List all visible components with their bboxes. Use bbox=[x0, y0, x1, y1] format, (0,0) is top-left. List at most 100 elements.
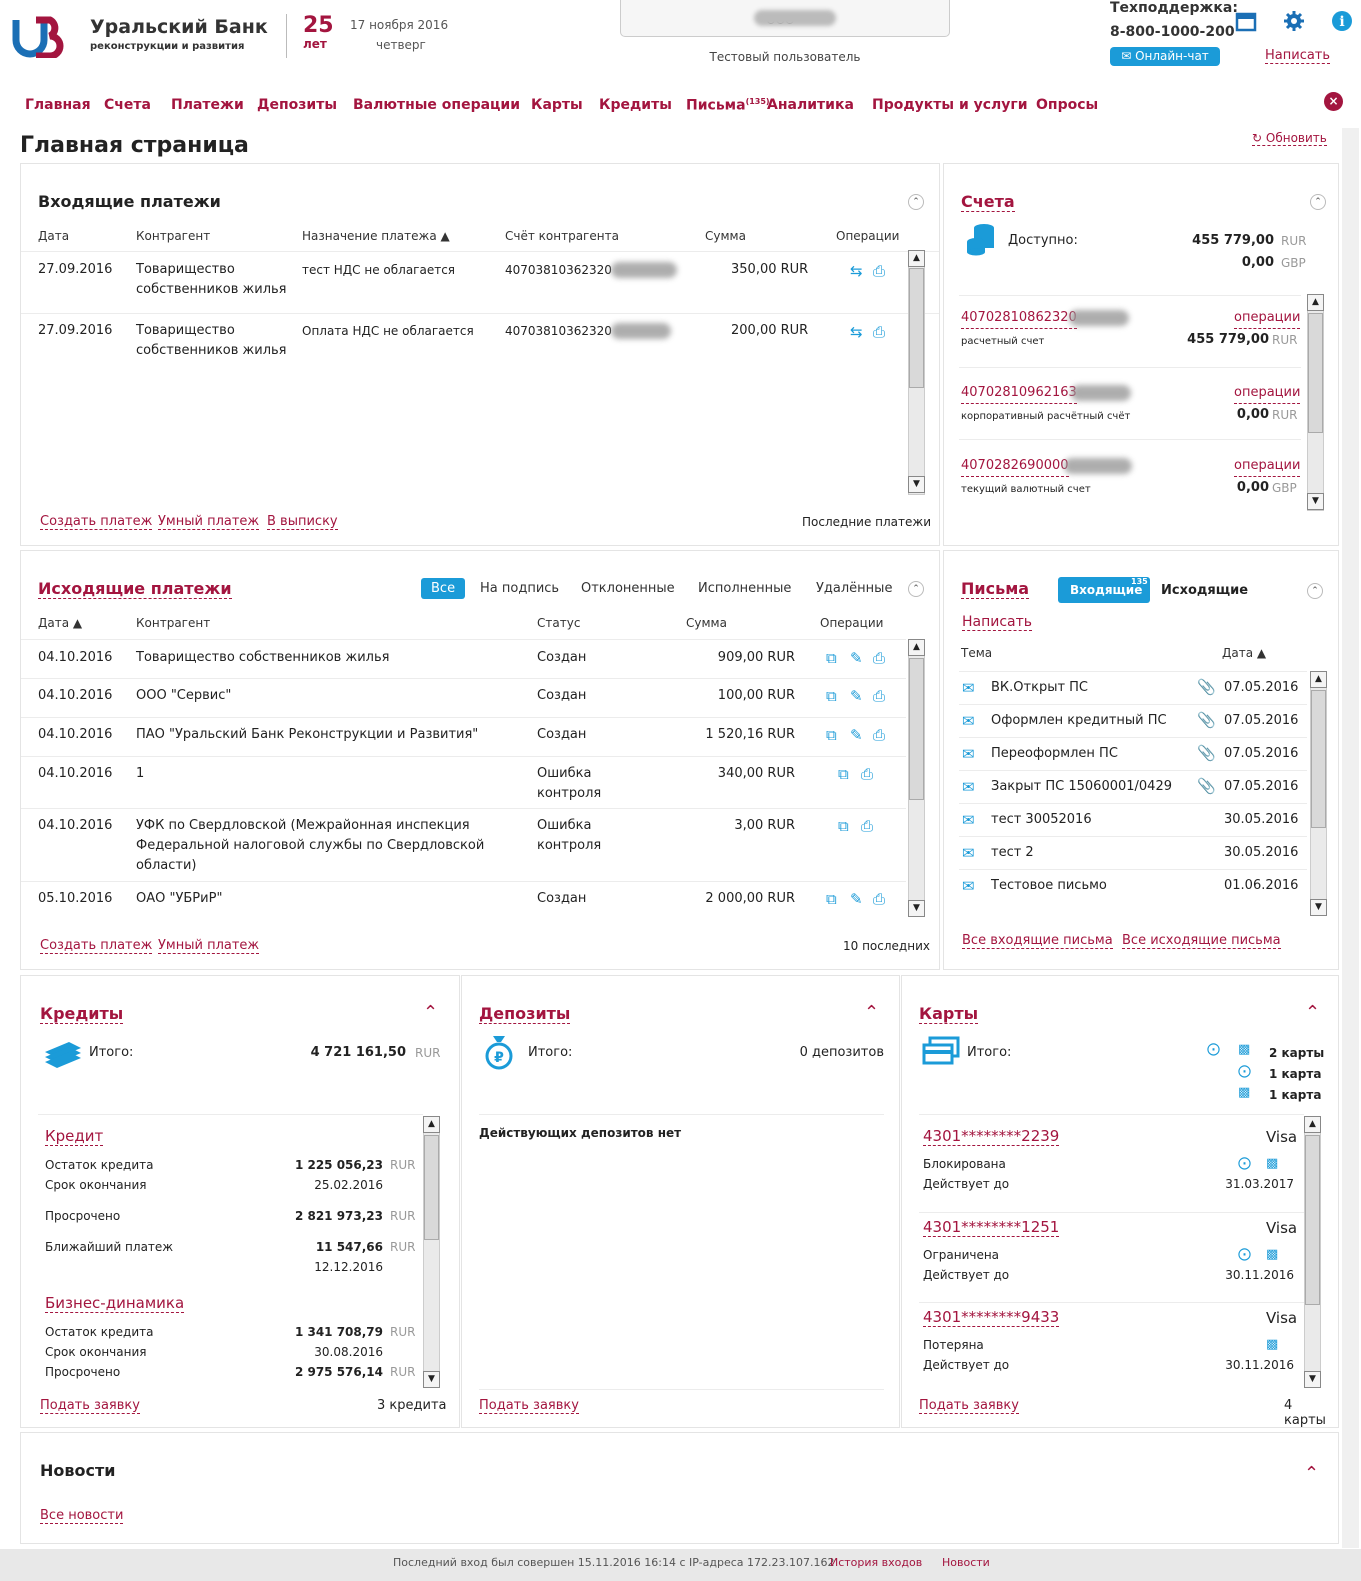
print-icon[interactable]: ⎙ bbox=[873, 323, 885, 341]
nav-cards[interactable]: Карты bbox=[531, 97, 583, 113]
nav-accounts[interactable]: Счета bbox=[104, 97, 151, 113]
table-row[interactable]: 04.10.2016 УФК по Свердловской (Межрайон… bbox=[21, 808, 906, 881]
page-scrollbar[interactable] bbox=[1342, 128, 1359, 1548]
edit-icon[interactable]: ✎ bbox=[850, 687, 863, 705]
col-contragent[interactable]: Контрагент bbox=[136, 229, 210, 243]
calendar-icon[interactable] bbox=[1235, 10, 1257, 32]
account-operations-link[interactable]: операции bbox=[1234, 308, 1301, 329]
table-row[interactable]: 04.10.2016 1 Ошибка контроля 340,00 RUR … bbox=[21, 756, 906, 808]
nav-payments[interactable]: Платежи bbox=[171, 97, 244, 113]
scroll-down-icon[interactable]: ▼ bbox=[1307, 493, 1324, 510]
transfer-icon[interactable]: ⇆ bbox=[850, 262, 863, 280]
col-date[interactable]: Дата ▲ bbox=[1222, 646, 1266, 660]
tab-rejected[interactable]: Отклоненные bbox=[581, 581, 675, 596]
tab-to-sign[interactable]: На подпись bbox=[480, 581, 559, 596]
col-date[interactable]: Дата bbox=[38, 229, 69, 243]
gear-icon[interactable] bbox=[1283, 10, 1305, 32]
account-operations-link[interactable]: операции bbox=[1234, 456, 1301, 477]
close-icon[interactable]: × bbox=[1324, 92, 1343, 111]
print-icon[interactable]: ⎙ bbox=[861, 817, 873, 835]
collapse-icon[interactable]: ⌃ bbox=[1304, 1463, 1319, 1484]
tab-outgoing[interactable]: Исходящие bbox=[1161, 583, 1248, 598]
scroll-down-icon[interactable]: ▼ bbox=[423, 1371, 440, 1388]
nav-currency[interactable]: Валютные операции bbox=[353, 97, 520, 113]
nav-products[interactable]: Продукты и услуги bbox=[872, 97, 1028, 113]
write-letter-link[interactable]: Написать bbox=[962, 614, 1033, 631]
print-icon[interactable]: ⎙ bbox=[873, 262, 885, 280]
transfer-icon[interactable]: ⇆ bbox=[850, 323, 863, 341]
col-contragent[interactable]: Контрагент bbox=[136, 616, 210, 630]
account-number[interactable]: 40702810862320 bbox=[961, 308, 1077, 329]
collapse-icon[interactable]: ⌃ bbox=[1305, 1002, 1320, 1023]
scroll-up-icon[interactable]: ▲ bbox=[908, 639, 925, 656]
print-icon[interactable]: ⎙ bbox=[873, 890, 885, 908]
scroll-thumb[interactable] bbox=[1311, 690, 1326, 828]
edit-icon[interactable]: ✎ bbox=[850, 890, 863, 908]
tab-executed[interactable]: Исполненные bbox=[698, 581, 791, 596]
account-operations-link[interactable]: операции bbox=[1234, 383, 1301, 404]
list-item[interactable]: ✉ Оформлен кредитный ПС 📎 07.05.2016 bbox=[959, 704, 1307, 737]
col-purpose[interactable]: Назначение платежа ▲ bbox=[302, 229, 450, 243]
paperclip-icon[interactable]: 📎 bbox=[1197, 711, 1216, 729]
table-row[interactable]: 04.10.2016 ООО "Сервис" Создан 100,00 RU… bbox=[21, 678, 906, 717]
col-account[interactable]: Счёт контрагента bbox=[505, 229, 619, 243]
print-icon[interactable]: ⎙ bbox=[873, 687, 885, 705]
card-item[interactable]: 4301********9433 Visa Потеряна ▩ Действует д… bbox=[919, 1302, 1304, 1387]
table-row[interactable]: 05.10.2016 ОАО "УБРиР" Создан 2 000,00 R… bbox=[21, 881, 906, 919]
accounts-title[interactable]: Счета bbox=[961, 192, 1015, 212]
credits-title[interactable]: Кредиты bbox=[40, 1004, 124, 1024]
card-number[interactable]: 4301********2239 bbox=[923, 1127, 1060, 1146]
scroll-up-icon[interactable]: ▲ bbox=[908, 250, 925, 267]
account-item[interactable]: 4070282690000 операции текущий валютный … bbox=[959, 439, 1301, 511]
list-item[interactable]: ✉ ВК.Открыт ПС 📎 07.05.2016 bbox=[959, 671, 1307, 704]
print-icon[interactable]: ⎙ bbox=[873, 649, 885, 667]
write-support-link[interactable]: Написать bbox=[1265, 48, 1331, 64]
online-chat-button[interactable]: ✉ Онлайн-чат bbox=[1110, 47, 1220, 66]
col-date[interactable]: Дата ▲ bbox=[38, 616, 82, 630]
copy-icon[interactable]: ⧉ bbox=[838, 817, 849, 835]
scroll-down-icon[interactable]: ▼ bbox=[908, 900, 925, 917]
paperclip-icon[interactable]: 📎 bbox=[1197, 777, 1216, 795]
list-item[interactable]: ✉ тест 2 30.05.2016 bbox=[959, 836, 1307, 869]
all-incoming-letters-link[interactable]: Все входящие письма bbox=[962, 933, 1113, 949]
paperclip-icon[interactable]: 📎 bbox=[1197, 744, 1216, 762]
card-item[interactable]: 4301********2239 Visa Блокирована ⨀ ▩ Действу… bbox=[919, 1122, 1304, 1210]
account-item[interactable]: 40702810962163 операции корпоративный ра… bbox=[959, 367, 1301, 439]
account-number[interactable]: 40702810962163 bbox=[961, 383, 1077, 404]
col-subject[interactable]: Тема bbox=[961, 646, 992, 660]
scroll-thumb[interactable] bbox=[909, 658, 924, 800]
account-number[interactable]: 4070282690000 bbox=[961, 456, 1069, 477]
table-row[interactable]: 27.09.2016 Товарищество собственников жи… bbox=[21, 313, 939, 375]
footer-news-link[interactable]: Новости bbox=[942, 1556, 990, 1569]
table-row[interactable]: 04.10.2016 Товарищество собственников жи… bbox=[21, 639, 906, 678]
tab-all[interactable]: Все bbox=[421, 578, 466, 599]
collapse-icon[interactable]: ⌃ bbox=[423, 1002, 438, 1023]
col-sum[interactable]: Сумма bbox=[705, 229, 746, 243]
edit-icon[interactable]: ✎ bbox=[850, 649, 863, 667]
create-payment-link[interactable]: Создать платеж bbox=[40, 514, 153, 530]
collapse-icon[interactable]: ⌃ bbox=[1310, 194, 1326, 210]
scroll-down-icon[interactable]: ▼ bbox=[1310, 899, 1327, 916]
cards-title[interactable]: Карты bbox=[919, 1004, 979, 1024]
deposits-title[interactable]: Депозиты bbox=[479, 1004, 571, 1024]
refresh-link[interactable]: ↻ Обновить bbox=[1252, 131, 1327, 146]
account-item[interactable]: 40702810862320 операции расчетный счет 4… bbox=[959, 295, 1301, 367]
nav-letters[interactable]: Письма(135) bbox=[686, 97, 770, 114]
credit-name[interactable]: Кредит bbox=[45, 1127, 104, 1146]
apply-deposit-link[interactable]: Подать заявку bbox=[479, 1398, 579, 1414]
collapse-icon[interactable]: ⌃ bbox=[908, 194, 924, 210]
nav-analytics[interactable]: Аналитика bbox=[767, 97, 854, 113]
collapse-icon[interactable]: ⌃ bbox=[864, 1002, 879, 1023]
print-icon[interactable]: ⎙ bbox=[873, 726, 885, 744]
scroll-up-icon[interactable]: ▲ bbox=[1307, 294, 1324, 311]
scroll-thumb[interactable] bbox=[424, 1135, 439, 1240]
col-status[interactable]: Статус bbox=[537, 616, 580, 630]
list-item[interactable]: ✉ Закрыт ПС 15060001/0429 📎 07.05.2016 bbox=[959, 770, 1307, 803]
nav-deposits[interactable]: Депозиты bbox=[257, 97, 337, 113]
tab-deleted[interactable]: Удалённые bbox=[816, 581, 892, 596]
login-history-link[interactable]: История входов bbox=[830, 1556, 922, 1569]
apply-credit-link[interactable]: Подать заявку bbox=[40, 1398, 140, 1414]
card-number[interactable]: 4301********9433 bbox=[923, 1308, 1060, 1327]
scroll-thumb[interactable] bbox=[1305, 1135, 1320, 1305]
scroll-thumb[interactable] bbox=[909, 268, 924, 388]
